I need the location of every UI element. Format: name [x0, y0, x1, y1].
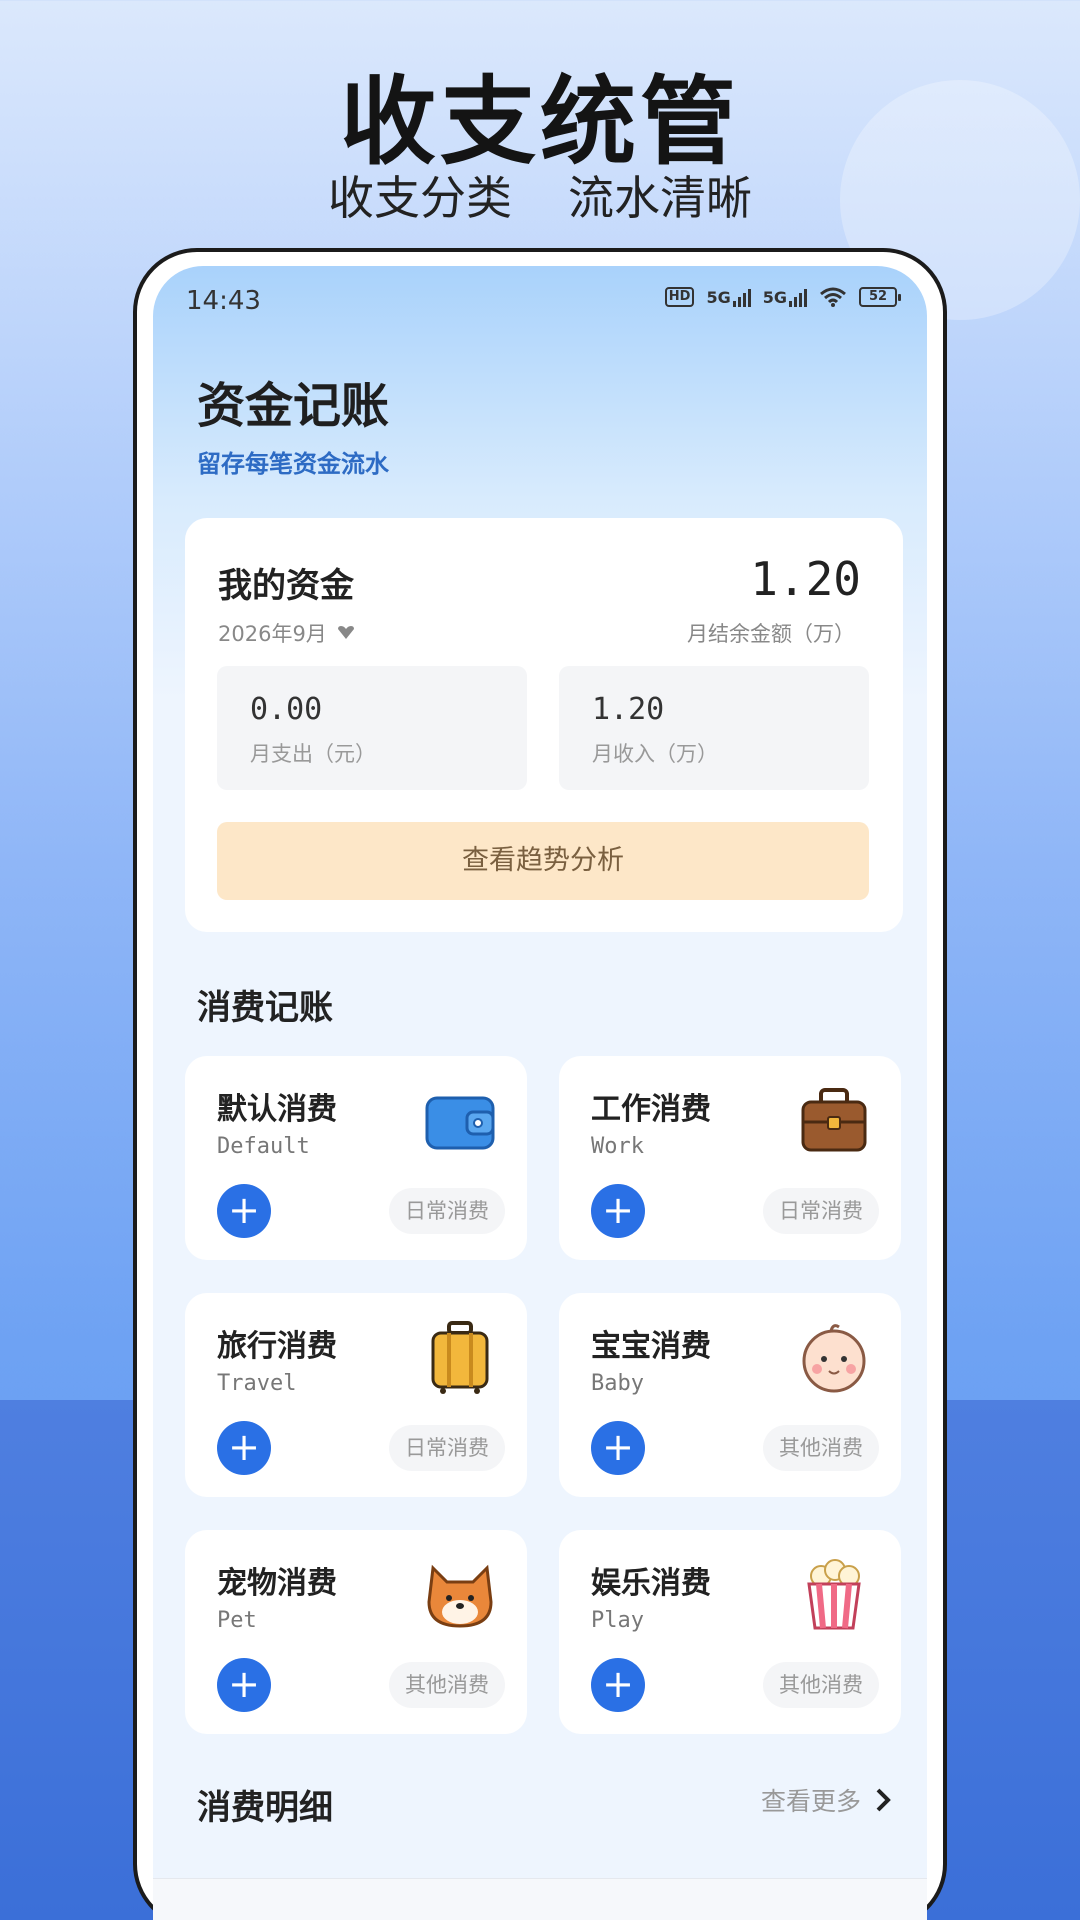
section-title-detail: 消费明细 — [197, 1788, 333, 1828]
category-name: 工作消费 — [591, 1092, 711, 1127]
category-en: Travel — [217, 1371, 297, 1396]
phone-frame: 14:43 HD 5G 5G 52 资金记账 留存每笔资金流水 我的资金 202… — [133, 248, 947, 1920]
category-en: Play — [591, 1608, 644, 1633]
category-card[interactable]: 宝宝消费 Baby + 其他消费 — [559, 1293, 901, 1497]
baby-icon — [802, 1324, 866, 1393]
suitcase-icon — [431, 1321, 489, 1394]
add-expense-button[interactable]: + — [217, 1421, 271, 1475]
category-card[interactable]: 娱乐消费 Play + 其他消费 — [559, 1530, 901, 1734]
chevron-right-icon — [876, 1788, 891, 1812]
add-expense-button[interactable]: + — [591, 1421, 645, 1475]
month-selector[interactable]: 2026年9月 — [218, 618, 355, 648]
hd-icon: HD — [664, 287, 695, 307]
category-tag: 其他消费 — [763, 1662, 879, 1708]
fund-card: 我的资金 2026年9月 1.20 月结余金额（万） 0.00 月支出（元） 1… — [185, 518, 903, 932]
page-subtitle: 留存每笔资金流水 — [197, 450, 389, 478]
wallet-icon — [425, 1096, 495, 1150]
category-card[interactable]: 默认消费 Default + 日常消费 — [185, 1056, 527, 1260]
caret-down-icon — [337, 626, 354, 639]
category-en: Baby — [591, 1371, 644, 1396]
category-tag: 其他消费 — [763, 1425, 879, 1471]
add-expense-button[interactable]: + — [591, 1184, 645, 1238]
status-icons: HD 5G 5G 52 — [664, 286, 901, 308]
bottom-tab-bar — [153, 1878, 927, 1920]
category-tag: 其他消费 — [389, 1662, 505, 1708]
view-more-link[interactable]: 查看更多 — [761, 1782, 891, 1818]
popcorn-icon — [807, 1559, 861, 1630]
section-title-consume: 消费记账 — [197, 988, 333, 1028]
income-label: 月收入（万） — [592, 742, 718, 766]
promo-subtitle: 收支分类 流水清晰 — [0, 162, 1080, 228]
category-tag: 日常消费 — [763, 1188, 879, 1234]
category-card[interactable]: 宠物消费 Pet + 其他消费 — [185, 1530, 527, 1734]
category-name: 旅行消费 — [217, 1329, 337, 1364]
category-card[interactable]: 旅行消费 Travel + 日常消费 — [185, 1293, 527, 1497]
promo-subtitle-right: 流水清晰 — [568, 171, 752, 225]
dog-icon — [427, 1564, 493, 1628]
category-name: 宠物消费 — [217, 1566, 337, 1601]
battery-icon: 52 — [859, 287, 901, 307]
expense-label: 月支出（元） — [250, 742, 376, 766]
trend-analysis-button[interactable]: 查看趋势分析 — [217, 822, 869, 900]
add-expense-button[interactable]: + — [217, 1658, 271, 1712]
wifi-icon — [820, 287, 846, 307]
category-name: 宝宝消费 — [591, 1329, 711, 1364]
category-tag: 日常消费 — [389, 1188, 505, 1234]
fund-label: 我的资金 — [218, 566, 354, 606]
expense-summary: 0.00 月支出（元） — [217, 666, 527, 790]
add-expense-button[interactable]: + — [591, 1658, 645, 1712]
page-title: 资金记账 — [197, 378, 390, 434]
category-en: Pet — [217, 1608, 257, 1633]
promo-subtitle-left: 收支分类 — [328, 171, 512, 225]
income-summary: 1.20 月收入（万） — [559, 666, 869, 790]
view-more-label: 查看更多 — [760, 1787, 861, 1816]
category-name: 默认消费 — [217, 1092, 337, 1127]
category-en: Default — [217, 1134, 310, 1159]
signal-5g-icon: 5G — [706, 287, 751, 307]
category-en: Work — [591, 1134, 644, 1159]
income-value: 1.20 — [592, 692, 665, 727]
network-type-label-2: 5G — [762, 288, 787, 307]
category-tag: 日常消费 — [389, 1425, 505, 1471]
app-screen: 14:43 HD 5G 5G 52 资金记账 留存每笔资金流水 我的资金 202… — [153, 266, 927, 1920]
fund-date: 2026年9月 — [218, 622, 327, 646]
expense-value: 0.00 — [250, 692, 323, 727]
signal-5g-icon-2: 5G — [763, 287, 807, 307]
category-card[interactable]: 工作消费 Work + 日常消费 — [559, 1056, 901, 1260]
category-name: 娱乐消费 — [591, 1566, 711, 1601]
fund-amount: 1.20 — [750, 552, 861, 606]
status-time: 14:43 — [186, 286, 261, 316]
status-bar: 14:43 HD 5G 5G 52 — [153, 266, 927, 330]
fund-amount-label: 月结余金额（万） — [687, 622, 855, 646]
add-expense-button[interactable]: + — [217, 1184, 271, 1238]
network-type-label: 5G — [706, 288, 731, 307]
briefcase-icon — [801, 1088, 867, 1152]
